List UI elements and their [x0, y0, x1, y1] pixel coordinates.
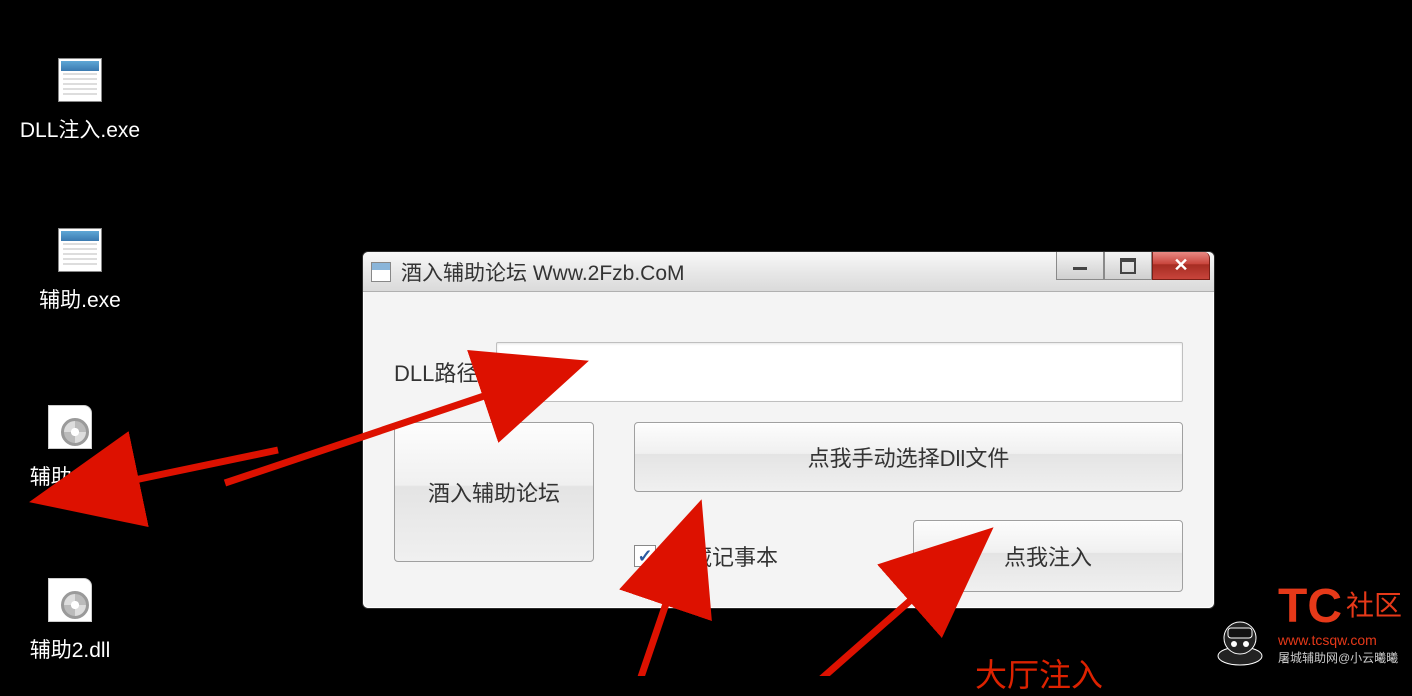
window-controls: [1056, 252, 1214, 284]
icon-label: 辅助1.dll: [30, 461, 111, 491]
close-button[interactable]: [1152, 252, 1210, 280]
icon-label: 辅助.exe: [39, 284, 121, 314]
inject-button[interactable]: 点我注入: [913, 520, 1183, 592]
checkbox-icon: ✓: [634, 545, 656, 567]
forum-button[interactable]: 酒入辅助论坛: [394, 422, 594, 562]
dll-path-input[interactable]: [496, 342, 1183, 402]
app-icon: [371, 262, 391, 282]
dll-icon: [48, 405, 92, 449]
titlebar[interactable]: 酒入辅助论坛 Www.2Fzb.CoM: [363, 252, 1214, 292]
window-body: DLL路径: 酒入辅助论坛 点我手动选择Dll文件 ✓ 隐藏记事本 点我注入: [363, 292, 1214, 608]
exe-icon: [58, 228, 102, 272]
dll-injector-window: 酒入辅助论坛 Www.2Fzb.CoM DLL路径: 酒入辅助论坛 点我手动选择…: [362, 251, 1215, 609]
hide-notepad-label: 隐藏记事本: [668, 540, 778, 572]
annotation-text: 大厅注入: [975, 650, 1103, 696]
watermark: TC社区 www.tcsqw.com 屠城辅助网@小云曦曦: [1210, 583, 1402, 666]
desktop-icon-helper-exe[interactable]: 辅助.exe: [10, 228, 150, 314]
dll-path-label: DLL路径:: [394, 356, 484, 388]
hide-notepad-checkbox[interactable]: ✓ 隐藏记事本: [634, 540, 778, 572]
icon-label: 辅助2.dll: [30, 634, 111, 664]
watermark-url: www.tcsqw.com: [1278, 631, 1402, 649]
watermark-badge: 社区: [1346, 590, 1402, 621]
icon-label: DLL注入.exe: [20, 114, 140, 144]
desktop-icon-helper1-dll[interactable]: 辅助1.dll: [0, 405, 140, 491]
desktop-icon-dll-injector[interactable]: DLL注入.exe: [10, 58, 150, 144]
maximize-button[interactable]: [1104, 252, 1152, 280]
mascot-icon: [1210, 616, 1270, 666]
dll-path-row: DLL路径:: [394, 342, 1183, 402]
desktop-icon-helper2-dll[interactable]: 辅助2.dll: [0, 578, 140, 664]
exe-icon: [58, 58, 102, 102]
watermark-logo: TC: [1278, 580, 1342, 633]
dll-icon: [48, 578, 92, 622]
minimize-button[interactable]: [1056, 252, 1104, 280]
select-dll-button[interactable]: 点我手动选择Dll文件: [634, 422, 1183, 492]
watermark-subtitle: 屠城辅助网@小云曦曦: [1278, 649, 1402, 666]
